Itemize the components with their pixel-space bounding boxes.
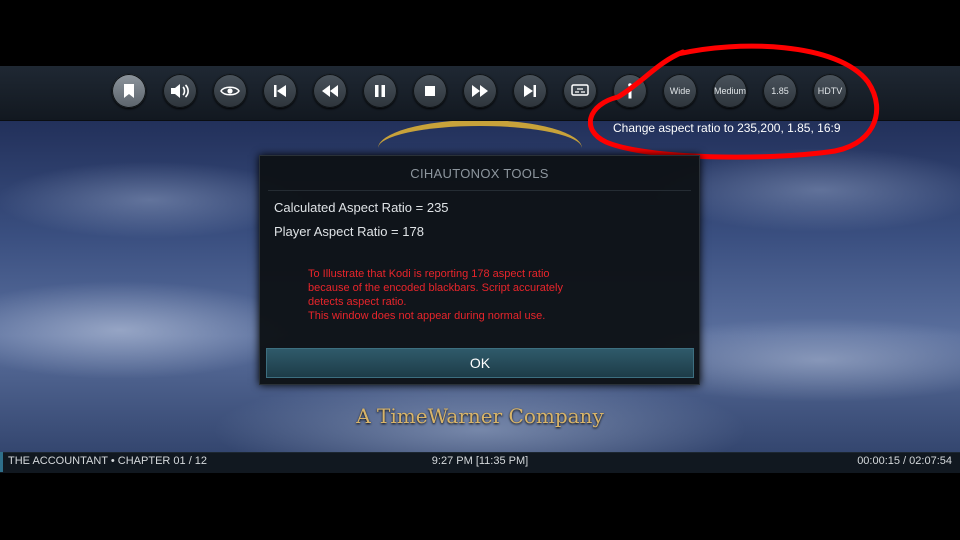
next-button[interactable] [513,74,547,108]
rewind-button[interactable] [313,74,347,108]
eye-icon [220,86,240,96]
calculated-aspect-text: Calculated Aspect Ratio = 235 [274,200,449,215]
stop-button[interactable] [413,74,447,108]
bookmark-icon [124,84,134,98]
status-accent [0,452,3,472]
note-line: detects aspect ratio. [308,296,407,308]
view-button[interactable] [213,74,247,108]
stop-icon [425,86,435,96]
skip-back-icon [274,85,286,97]
subtitles-icon [571,84,589,96]
pause-icon [375,85,385,97]
note-line: To Illustrate that Kodi is reporting 178… [308,268,550,280]
red-annotation-circle [588,43,880,160]
media-title: THE ACCOUNTANT • CHAPTER 01 / 12 [8,455,208,467]
rewind-icon [322,85,338,97]
skip-forward-icon [524,85,536,97]
bookmark-button[interactable] [112,74,146,108]
ok-button[interactable]: OK [266,348,694,378]
fast-forward-button[interactable] [463,74,497,108]
player-aspect-text: Player Aspect Ratio = 178 [274,224,424,239]
volume-button[interactable] [163,74,197,108]
aspect-tooltip: Change aspect ratio to 235,200, 1.85, 16… [613,121,841,135]
tools-dialog: CIHAUTONOX TOOLS Calculated Aspect Ratio… [259,155,700,385]
dialog-divider [268,190,691,191]
note-line: This window does not appear during norma… [308,310,546,322]
fast-forward-icon [472,85,488,97]
note-line: because of the encoded blackbars. Script… [308,282,563,294]
elapsed-time: 00:00:15 / 02:07:54 [857,455,952,467]
dialog-title: CIHAUTONOX TOOLS [410,166,549,181]
pause-button[interactable] [363,74,397,108]
dialog-note: To Illustrate that Kodi is reporting 178… [308,267,658,323]
previous-button[interactable] [263,74,297,108]
letterbox-bottom [0,473,960,540]
speaker-icon [171,84,189,98]
clock-text: 9:27 PM [11:35 PM] [431,455,529,467]
company-text: A TimeWarner Company [356,404,604,428]
logo-shield-arc [378,120,582,154]
